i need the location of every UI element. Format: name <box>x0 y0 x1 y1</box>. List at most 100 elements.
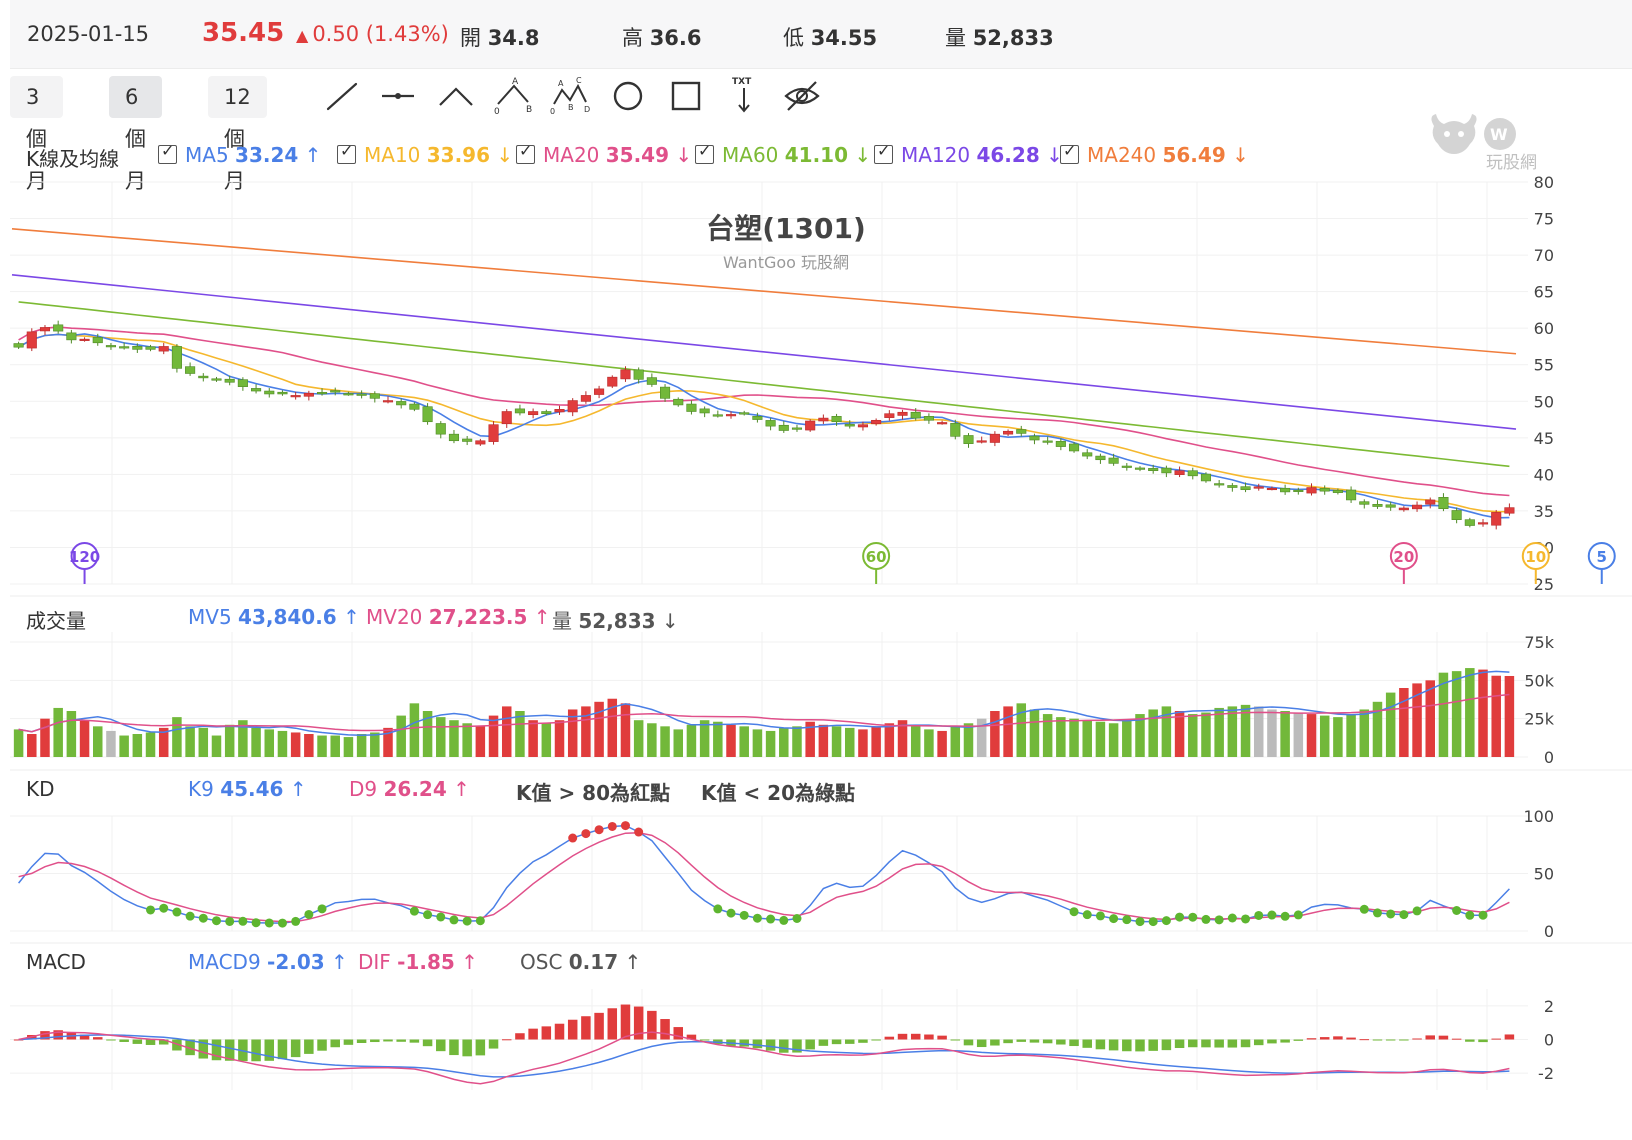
candle <box>251 388 262 392</box>
checkbox-icon[interactable] <box>158 141 177 164</box>
legend-name: MA20 <box>543 143 606 167</box>
kd-axis-tick-label: 0 <box>1544 922 1554 941</box>
macd-osc-bar <box>132 1039 143 1044</box>
macd-osc-bar <box>145 1039 156 1045</box>
kd-item-d9: D9 26.24 ↑ <box>349 777 470 801</box>
candle <box>778 424 789 431</box>
kd-oversold-dot <box>1280 911 1290 921</box>
candle <box>448 433 460 442</box>
candle <box>462 438 473 442</box>
candle <box>976 440 987 443</box>
legend-arrow-icon: ↑ <box>446 777 470 801</box>
volume-bar <box>1385 692 1396 757</box>
kd-overbought-dot <box>607 821 617 831</box>
candle <box>211 378 222 381</box>
volume-bar <box>1201 712 1211 757</box>
candle <box>752 416 763 420</box>
candle <box>1240 486 1251 491</box>
candle <box>396 401 407 406</box>
macd-item-macd9: MACD9 -2.03 ↑ <box>188 950 348 974</box>
candle <box>1280 487 1291 493</box>
candle <box>541 411 552 414</box>
candle <box>132 346 143 350</box>
kd-oversold-dot <box>1095 911 1105 921</box>
legend-value: 41.10 <box>784 143 849 167</box>
price-axis-tick-label: 60 <box>1534 319 1554 338</box>
candle <box>79 338 90 341</box>
volume-bar <box>119 735 129 757</box>
volume-axis-tick-label: 50k <box>1524 671 1554 690</box>
price-axis-tick-label: 75 <box>1534 210 1554 229</box>
volume-bar <box>1003 706 1013 757</box>
candle <box>805 420 816 431</box>
volume-bar <box>554 720 565 757</box>
legend-value: 33.96 <box>426 143 491 167</box>
chart-subtitle: WantGoo 玩股網 <box>723 253 849 272</box>
candle <box>1332 489 1343 493</box>
ma-marker-label: 10 <box>1525 548 1546 566</box>
price-item-ma240[interactable]: MA240 56.49 ↓ <box>1060 141 1249 167</box>
legend-arrow-icon: ↑ <box>336 605 360 629</box>
volume-bar <box>910 726 921 757</box>
macd-osc-bar <box>805 1039 815 1050</box>
macd-osc-bar <box>383 1039 393 1042</box>
legend-value: 43,840.6 <box>238 605 337 629</box>
candle <box>435 423 446 435</box>
kd-oversold-dot <box>159 903 169 913</box>
macd-osc-bar <box>1491 1038 1501 1040</box>
kd-oversold-dot <box>1069 907 1079 917</box>
macd-osc-bar <box>567 1019 578 1040</box>
macd-osc-bar <box>779 1039 789 1053</box>
candle <box>1003 430 1014 435</box>
candle <box>1042 440 1053 443</box>
checkbox-icon[interactable] <box>1060 141 1079 164</box>
ma-marker-label: 60 <box>866 548 887 566</box>
price-item-ma20[interactable]: MA20 35.49 ↓ <box>516 141 692 167</box>
candle <box>844 424 855 427</box>
macd-osc-bar <box>436 1039 446 1052</box>
candle <box>1134 467 1146 470</box>
macd-osc-bar <box>937 1035 947 1040</box>
price-axis-tick-label: 65 <box>1534 283 1554 302</box>
volume-bar <box>1056 717 1066 757</box>
volume-bar <box>409 703 420 757</box>
price-item-ma60[interactable]: MA60 41.10 ↓ <box>695 141 871 167</box>
macd-osc-bar <box>93 1037 103 1040</box>
volume-bar <box>1280 711 1290 757</box>
macd-osc-bar <box>1042 1039 1053 1044</box>
macd-axis-tick-label: -2 <box>1538 1064 1554 1083</box>
checkbox-icon[interactable] <box>516 141 535 164</box>
legend-name: MACD9 <box>188 950 268 974</box>
candle <box>1293 489 1304 492</box>
kd-oversold-dot <box>462 916 472 926</box>
candle <box>356 393 367 396</box>
legend-name: K9 <box>188 777 221 801</box>
macd-osc-bar <box>594 1012 604 1040</box>
candle <box>660 386 671 399</box>
checkbox-icon[interactable] <box>337 141 356 164</box>
checkbox-icon[interactable] <box>874 141 893 164</box>
candle <box>409 403 420 410</box>
macd-osc-bar <box>871 1039 881 1041</box>
volume-bar <box>304 734 314 757</box>
volume-bar <box>620 703 631 757</box>
macd-osc-bar <box>1240 1039 1251 1048</box>
kd-oversold-dot <box>1452 905 1462 915</box>
macd-osc-bar <box>831 1039 842 1045</box>
candle <box>620 369 631 380</box>
candle <box>1266 487 1277 491</box>
price-item-ma120[interactable]: MA120 46.28 ↓ <box>874 141 1063 167</box>
candle <box>580 395 591 402</box>
checkbox-icon[interactable] <box>695 141 714 164</box>
candle <box>607 376 618 387</box>
macd-osc-bar <box>1253 1039 1264 1046</box>
kd-oversold-dot <box>1293 910 1303 920</box>
legend-value: -2.03 <box>267 950 325 974</box>
candle <box>1121 465 1132 468</box>
candle <box>1412 504 1423 510</box>
volume-bar <box>449 720 459 757</box>
volume-bar <box>1174 711 1185 757</box>
price-item-ma10[interactable]: MA10 33.96 ↓ <box>337 141 513 167</box>
volume-bar <box>264 729 275 757</box>
price-item-ma5[interactable]: MA5 33.24 ↑ <box>158 141 321 167</box>
